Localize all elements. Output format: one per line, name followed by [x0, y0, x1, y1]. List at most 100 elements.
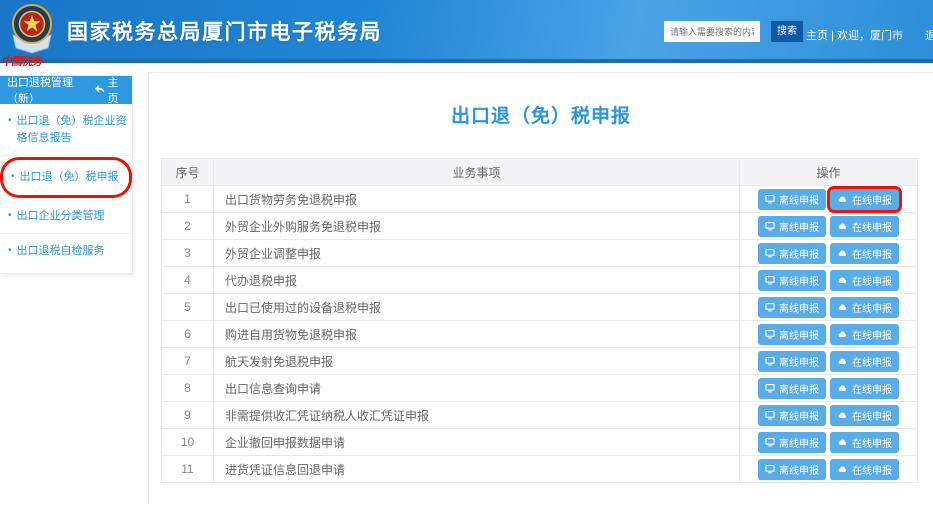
- row-operations: 离线申报在线申报: [740, 267, 918, 294]
- table-header: 序号 业务事项 操作: [162, 159, 918, 186]
- online-declare-button-label: 在线申报: [852, 300, 892, 315]
- row-number: 7: [162, 348, 214, 375]
- offline-declare-button[interactable]: 离线申报: [758, 270, 826, 291]
- sidebar-item-label: 出口退（免）税企业资格信息报告: [17, 113, 127, 146]
- row-number: 11: [162, 456, 214, 483]
- offline-declare-button-label: 离线申报: [779, 408, 819, 423]
- offline-declare-button-label: 离线申报: [779, 219, 819, 234]
- offline-declare-button[interactable]: 离线申报: [758, 405, 826, 426]
- online-declare-button-label: 在线申报: [852, 246, 892, 261]
- monitor-icon: [765, 410, 775, 420]
- row-number: 6: [162, 321, 214, 348]
- offline-declare-button[interactable]: 离线申报: [758, 432, 826, 453]
- online-declare-button-label: 在线申报: [852, 219, 892, 234]
- sidebar-home-label: 主页: [108, 74, 125, 106]
- sidebar-item[interactable]: •出口退（免）税企业资格信息报告: [0, 104, 132, 156]
- cloud-icon: [837, 383, 848, 393]
- monitor-icon: [765, 302, 775, 312]
- sidebar-header-title: 出口退税管理（新）: [7, 74, 94, 106]
- table-row: 1出口货物劳务免退税申报离线申报在线申报: [162, 186, 918, 213]
- row-number: 10: [162, 429, 214, 456]
- row-number: 9: [162, 402, 214, 429]
- online-declare-button[interactable]: 在线申报: [830, 270, 899, 291]
- page-title: 出口退（免）税申报: [149, 101, 933, 128]
- site-title: 国家税务总局厦门市电子税务局: [67, 16, 382, 46]
- bullet-icon: •: [8, 208, 12, 224]
- offline-declare-button-label: 离线申报: [779, 273, 819, 288]
- offline-declare-button-label: 离线申报: [779, 462, 819, 477]
- online-declare-button-label: 在线申报: [852, 327, 892, 342]
- row-business-item: 出口已使用过的设备退税申报: [214, 294, 740, 321]
- sidebar-home-link[interactable]: 主页: [94, 74, 125, 106]
- offline-declare-button[interactable]: 离线申报: [758, 297, 826, 318]
- table-row: 4代办退税申报离线申报在线申报: [162, 267, 918, 294]
- monitor-icon: [765, 248, 775, 258]
- offline-declare-button-label: 离线申报: [779, 300, 819, 315]
- monitor-icon: [765, 329, 775, 339]
- sidebar-item[interactable]: •出口企业分类管理: [0, 199, 132, 235]
- offline-declare-button-label: 离线申报: [779, 246, 819, 261]
- online-declare-button[interactable]: 在线申报: [830, 216, 899, 237]
- online-declare-button[interactable]: 在线申报: [830, 189, 899, 210]
- table-row: 8出口信息查询申请离线申报在线申报: [162, 375, 918, 402]
- row-number: 5: [162, 294, 214, 321]
- offline-declare-button-label: 离线申报: [779, 354, 819, 369]
- sidebar-items: •出口退（免）税企业资格信息报告•出口退（免）税申报•出口企业分类管理•出口退税…: [0, 104, 132, 269]
- offline-declare-button[interactable]: 离线申报: [758, 243, 826, 264]
- table-row: 3外贸企业调整申报离线申报在线申报: [162, 240, 918, 267]
- offline-declare-button[interactable]: 离线申报: [758, 459, 826, 480]
- sidebar-item-label: 出口退（免）税申报: [20, 169, 119, 186]
- search-input[interactable]: [664, 21, 760, 42]
- row-operations: 离线申报在线申报: [740, 429, 918, 456]
- online-declare-button[interactable]: 在线申报: [830, 243, 899, 264]
- monitor-icon: [765, 275, 775, 285]
- table-row: 11进货凭证信息回退申请离线申报在线申报: [162, 456, 918, 483]
- row-operations: 离线申报在线申报: [740, 348, 918, 375]
- online-declare-button[interactable]: 在线申报: [830, 351, 899, 372]
- online-declare-button[interactable]: 在线申报: [830, 432, 899, 453]
- cloud-icon: [837, 356, 848, 366]
- search-button[interactable]: 搜索: [771, 21, 803, 42]
- row-number: 4: [162, 267, 214, 294]
- online-declare-button[interactable]: 在线申报: [830, 459, 899, 480]
- cloud-icon: [837, 410, 848, 420]
- row-business-item: 外贸企业调整申报: [214, 240, 740, 267]
- sidebar-header: 出口退税管理（新） 主页: [0, 76, 132, 104]
- table-row: 5出口已使用过的设备退税申报 离线申报 在线申报: [162, 294, 918, 321]
- table-row: 9非需提供收汇凭证纳税人收汇凭证申报离线申报在线申报: [162, 402, 918, 429]
- row-operations: 离线申报 在线申报: [740, 294, 918, 321]
- online-declare-button[interactable]: 在线申报: [830, 324, 899, 345]
- row-business-item: 企业撤回申报数据申请: [214, 429, 740, 456]
- bullet-icon: •: [8, 243, 12, 259]
- logo-caption: 中国税务: [1, 53, 41, 69]
- table-body: 1出口货物劳务免退税申报离线申报在线申报2外贸企业外购服务免退税申报离线申报在线…: [162, 186, 918, 483]
- sidebar-item[interactable]: • 出口退税自检服务: [0, 234, 132, 269]
- online-declare-button[interactable]: 在线申报: [830, 405, 899, 426]
- offline-declare-button[interactable]: 离线申报: [758, 351, 826, 372]
- offline-declare-button[interactable]: 离线申报: [758, 216, 826, 237]
- sidebar-item-label: 出口退税自检服务: [17, 243, 105, 260]
- sidebar-item[interactable]: • 出口退（免）税申报: [3, 160, 129, 195]
- row-operations: 离线申报 在线申报: [740, 240, 918, 267]
- cloud-icon: [837, 329, 848, 339]
- online-declare-button[interactable]: 在线申报: [830, 378, 899, 399]
- monitor-icon: [765, 194, 775, 204]
- header-link-truncated[interactable]: 退: [925, 27, 933, 43]
- bullet-icon: •: [11, 169, 15, 185]
- offline-declare-button[interactable]: 离线申报: [758, 378, 826, 399]
- cloud-icon: [837, 464, 848, 474]
- offline-declare-button[interactable]: 离线申报: [758, 189, 826, 210]
- monitor-icon: [765, 221, 775, 231]
- table-row: 7航天发射免退税申报离线申报在线申报: [162, 348, 918, 375]
- business-table: 序号 业务事项 操作 1出口货物劳务免退税申报离线申报在线申报2外贸企业外购服务…: [161, 158, 918, 483]
- column-header-no: 序号: [162, 159, 214, 186]
- online-declare-button[interactable]: 在线申报: [830, 297, 899, 318]
- row-operations: 离线申报在线申报: [740, 375, 918, 402]
- table-row: 6购进自用货物免退税申报离线申报在线申报: [162, 321, 918, 348]
- header-user-links[interactable]: 主页 | 欢迎，厦门市: [806, 27, 903, 43]
- offline-declare-button-label: 离线申报: [779, 435, 819, 450]
- cloud-icon: [837, 302, 848, 312]
- row-business-item: 代办退税申报: [214, 267, 740, 294]
- cloud-icon: [837, 437, 848, 447]
- offline-declare-button[interactable]: 离线申报: [758, 324, 826, 345]
